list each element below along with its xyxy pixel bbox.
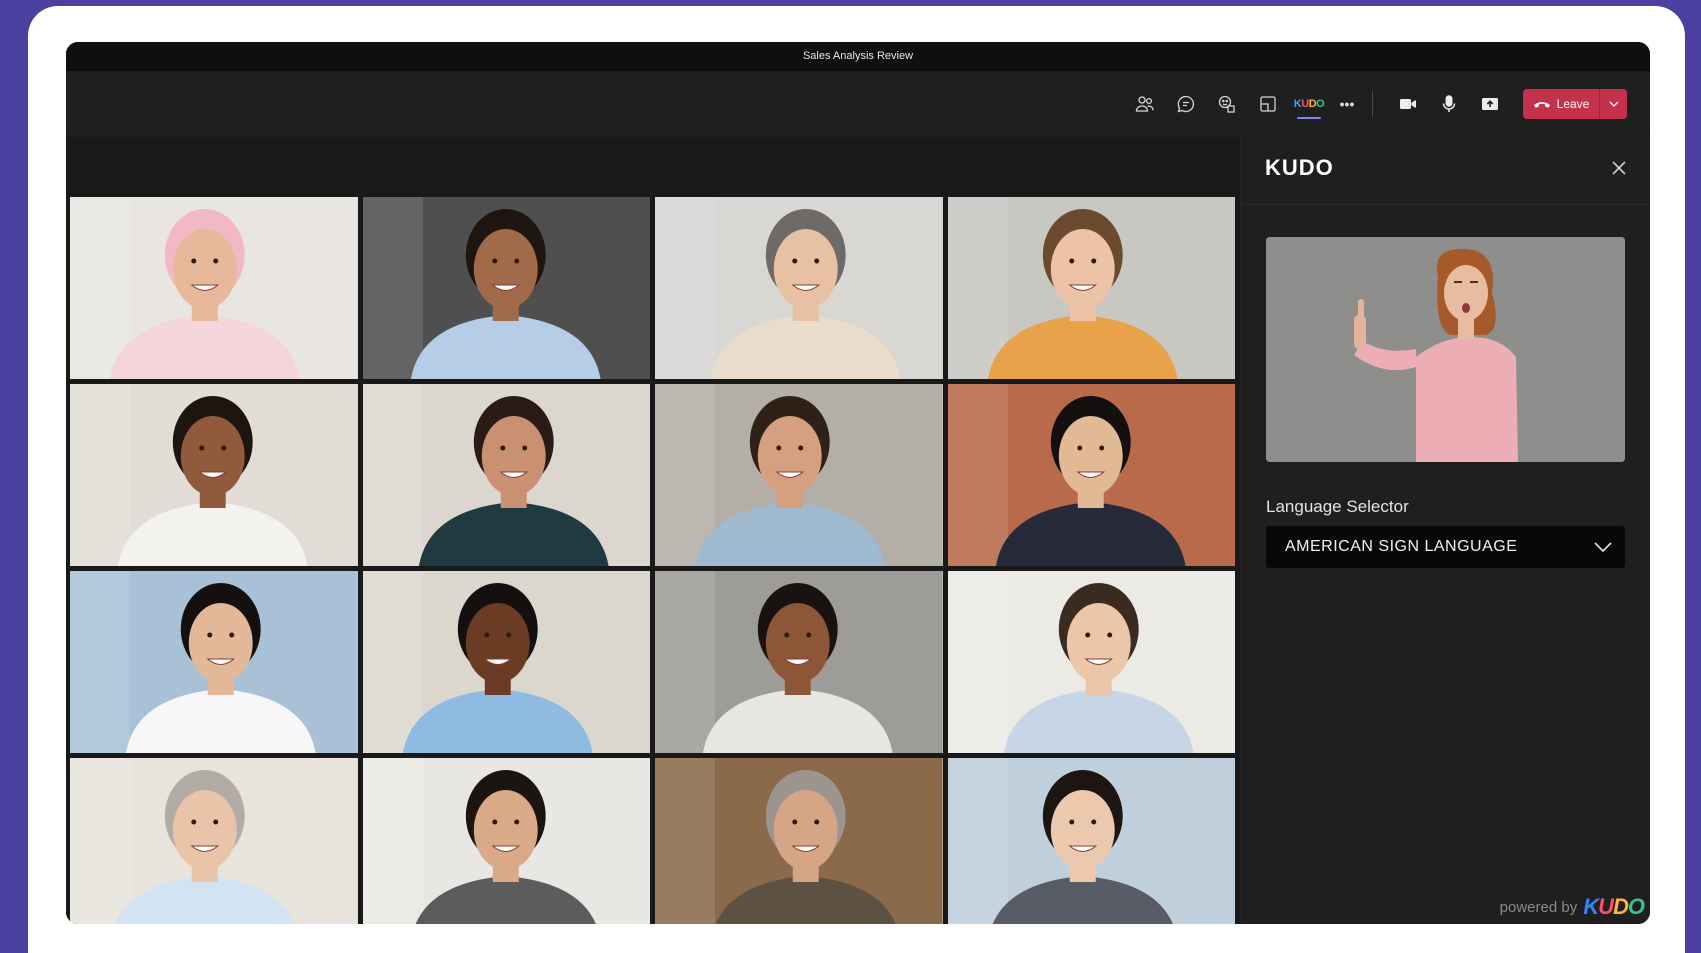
participant-video — [362, 571, 650, 753]
mic-icon — [1442, 95, 1456, 112]
chevron-down-icon — [1594, 542, 1612, 553]
participant-video — [947, 197, 1235, 379]
leave-label: Leave — [1556, 97, 1590, 111]
participant-video — [655, 758, 943, 924]
language-select[interactable]: AMERICAN SIGN LANGUAGE — [1266, 526, 1625, 568]
meeting-window: Sales Analysis Review KUDO ••• Leave KUD… — [66, 42, 1650, 924]
participant-tile[interactable] — [655, 197, 943, 379]
more-icon: ••• — [1339, 96, 1355, 112]
participant-tile[interactable] — [70, 758, 358, 924]
mic-button[interactable] — [1432, 87, 1466, 121]
reactions-icon — [1218, 95, 1235, 113]
participant-video — [947, 758, 1235, 924]
participant-video — [655, 384, 943, 566]
panel-divider — [1241, 204, 1650, 205]
participant-tile[interactable] — [70, 197, 358, 379]
people-icon — [1135, 96, 1154, 112]
interpreter-video — [1266, 237, 1625, 462]
chat-icon — [1177, 95, 1195, 113]
kudo-side-panel: KUDO Language Selector AMERICAN SIGN LAN… — [1240, 137, 1650, 924]
kudo-logo: KUDO — [1583, 894, 1645, 919]
participant-grid — [70, 197, 1235, 924]
window-title: Sales Analysis Review — [66, 42, 1650, 71]
participant-tile[interactable] — [947, 571, 1235, 753]
participant-tile[interactable] — [947, 758, 1235, 924]
video-stage — [66, 137, 1240, 924]
participant-video — [70, 571, 358, 753]
share-icon — [1482, 98, 1498, 110]
rooms-button[interactable] — [1251, 87, 1285, 121]
participant-video — [70, 758, 358, 924]
panel-header: KUDO — [1265, 155, 1630, 185]
participant-tile[interactable] — [70, 384, 358, 566]
chevron-down-icon — [1609, 101, 1618, 107]
participant-tile[interactable] — [655, 384, 943, 566]
participant-video — [362, 384, 650, 566]
participant-tile[interactable] — [362, 384, 650, 566]
leave-button-group: Leave — [1523, 89, 1627, 119]
close-icon[interactable] — [1608, 157, 1630, 179]
participant-tile[interactable] — [362, 758, 650, 924]
share-button[interactable] — [1473, 87, 1507, 121]
leave-options-button[interactable] — [1599, 89, 1627, 119]
participant-video — [362, 197, 650, 379]
kudo-app-button[interactable]: KUDO — [1292, 87, 1326, 121]
participant-tile[interactable] — [947, 197, 1235, 379]
participant-tile[interactable] — [362, 571, 650, 753]
participant-tile[interactable] — [362, 197, 650, 379]
interpreter-figure — [1266, 237, 1625, 462]
kudo-app-icon: KUDO — [1293, 98, 1325, 110]
hang-up-icon — [1533, 102, 1550, 108]
language-selector-label: Language Selector — [1266, 497, 1409, 516]
powered-by-text: powered by — [1499, 898, 1578, 916]
chat-button[interactable] — [1169, 87, 1203, 121]
participant-video — [70, 197, 358, 379]
participant-tile[interactable] — [655, 571, 943, 753]
active-tab-indicator — [1297, 117, 1321, 119]
toolbar-divider — [1372, 91, 1373, 117]
participant-video — [655, 197, 943, 379]
people-button[interactable] — [1128, 87, 1162, 121]
participant-video — [947, 384, 1235, 566]
camera-icon — [1400, 99, 1416, 109]
panel-title: KUDO — [1265, 155, 1334, 180]
participant-video — [947, 571, 1235, 753]
participant-tile[interactable] — [70, 571, 358, 753]
leave-button[interactable]: Leave — [1523, 89, 1599, 119]
powered-by-footer: powered by KUDO — [1499, 894, 1645, 920]
selected-language: AMERICAN SIGN LANGUAGE — [1285, 538, 1518, 555]
participant-tile[interactable] — [655, 758, 943, 924]
participant-video — [655, 571, 943, 753]
participant-video — [362, 758, 650, 924]
meeting-toolbar: KUDO ••• Leave — [66, 71, 1650, 136]
camera-button[interactable] — [1391, 87, 1425, 121]
reactions-button[interactable] — [1210, 87, 1244, 121]
participant-video — [70, 384, 358, 566]
more-button[interactable]: ••• — [1330, 87, 1364, 121]
rooms-icon — [1260, 96, 1276, 112]
participant-tile[interactable] — [947, 384, 1235, 566]
